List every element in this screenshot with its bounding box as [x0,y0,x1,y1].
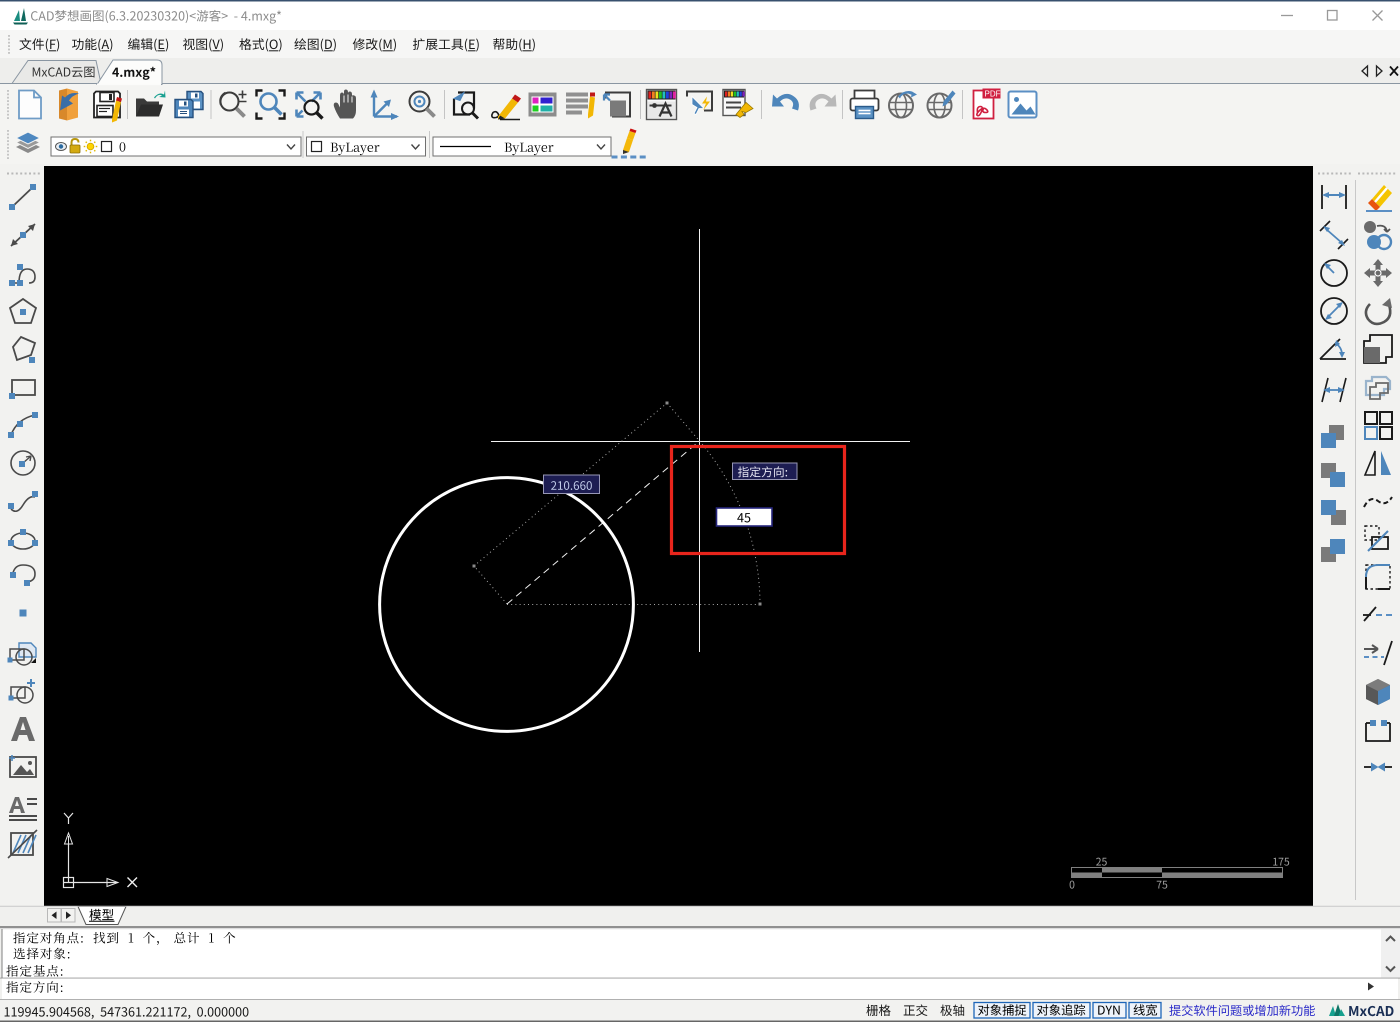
svg-text:PDF: PDF [985,90,1001,99]
